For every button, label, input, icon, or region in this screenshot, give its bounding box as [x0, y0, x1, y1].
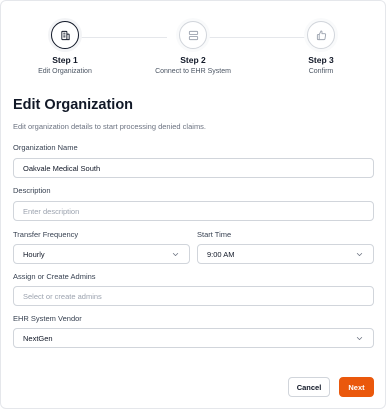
chevron-down-icon	[172, 253, 179, 256]
org-name-label: Organization Name	[13, 143, 78, 152]
description-label: Description	[13, 186, 51, 195]
transfer-frequency-select[interactable]: Hourly	[13, 244, 190, 264]
step-1-indicator	[51, 21, 79, 49]
transfer-frequency-label: Transfer Frequency	[13, 230, 79, 239]
admins-placeholder: Select or create admins	[23, 291, 102, 301]
description-placeholder: Enter description	[23, 206, 80, 216]
step-3-indicator	[307, 21, 335, 49]
admins-label: Assign or Create Admins	[13, 272, 96, 281]
building-icon	[60, 30, 70, 40]
org-name-value: Oakvale Medical South	[23, 163, 101, 173]
step-3[interactable]: Step 3 Confirm	[266, 21, 376, 75]
stepper: Step 1 Edit Organization Step 2 Connect …	[1, 21, 386, 81]
transfer-frequency-value: Hourly	[23, 249, 45, 259]
step-2-subtitle: Connect to EHR System	[155, 68, 231, 75]
step-2-indicator	[179, 21, 207, 49]
chevron-down-icon	[356, 337, 363, 340]
description-input[interactable]: Enter description	[13, 201, 374, 221]
step-2[interactable]: Step 2 Connect to EHR System	[138, 21, 248, 75]
start-time-value: 9:00 AM	[207, 249, 235, 259]
step-3-title: Step 3	[308, 55, 334, 65]
ehr-vendor-value: NextGen	[23, 333, 53, 343]
ehr-vendor-label: EHR System Vendor	[13, 314, 82, 323]
server-icon	[188, 30, 198, 40]
ehr-vendor-select[interactable]: NextGen	[13, 328, 374, 348]
start-time-label: Start Time	[197, 230, 232, 239]
next-button[interactable]: Next	[339, 377, 374, 397]
edit-organization-dialog: Step 1 Edit Organization Step 2 Connect …	[0, 0, 386, 409]
step-3-subtitle: Confirm	[308, 68, 334, 75]
step-1[interactable]: Step 1 Edit Organization	[10, 21, 120, 75]
page-title: Edit Organization	[13, 97, 134, 113]
org-name-input[interactable]: Oakvale Medical South	[13, 158, 374, 178]
chevron-down-icon	[356, 253, 363, 256]
step-1-title: Step 1	[52, 55, 78, 65]
start-time-select[interactable]: 9:00 AM	[197, 244, 374, 264]
cancel-button[interactable]: Cancel	[288, 377, 330, 397]
step-1-subtitle: Edit Organization	[38, 68, 92, 75]
thumbs-up-icon	[316, 29, 326, 40]
page-subtitle: Edit organization details to start proce…	[13, 122, 207, 131]
step-2-title: Step 2	[180, 55, 206, 65]
admins-input[interactable]: Select or create admins	[13, 286, 374, 306]
